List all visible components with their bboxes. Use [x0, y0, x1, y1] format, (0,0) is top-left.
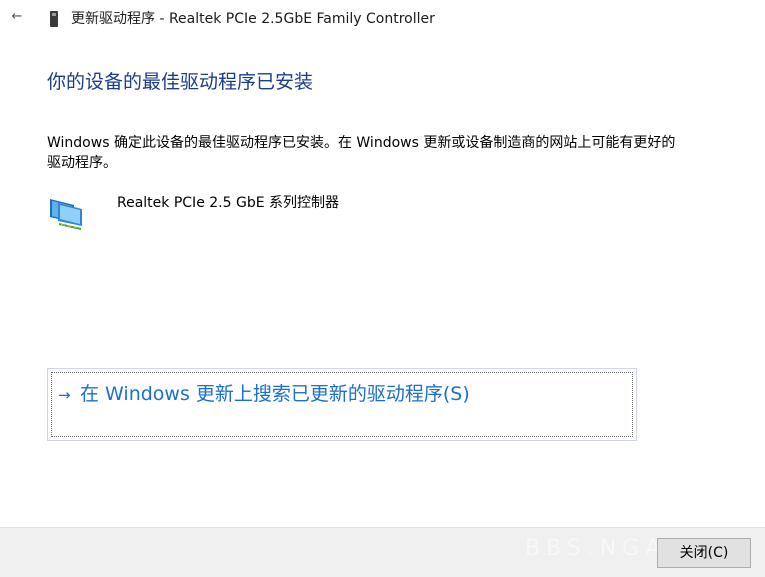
network-adapter-icon	[50, 199, 82, 230]
page-heading: 你的设备的最佳驱动程序已安装	[47, 71, 314, 93]
device-name: Realtek PCIe 2.5 GbE 系列控制器	[117, 195, 339, 211]
footer-bar: BBS.NGA.CN 关闭(C)	[0, 527, 765, 577]
description-text: Windows 确定此设备的最佳驱动程序已安装。在 Windows 更新或设备制…	[47, 135, 676, 171]
search-windows-update-option[interactable]: → 在 Windows 更新上搜索已更新的驱动程序(S)	[47, 368, 637, 441]
network-card-icon	[50, 11, 58, 27]
arrow-right-icon: →	[58, 386, 71, 404]
window-title: 更新驱动程序 - Realtek PCIe 2.5GbE Family Cont…	[71, 11, 435, 27]
close-button[interactable]: 关闭(C)	[657, 538, 751, 568]
title-bar: ← 更新驱动程序 - Realtek PCIe 2.5GbE Family Co…	[0, 0, 765, 38]
device-row: Realtek PCIe 2.5 GbE 系列控制器	[47, 191, 647, 237]
search-windows-update-label: 在 Windows 更新上搜索已更新的驱动程序(S)	[80, 383, 470, 405]
back-arrow-icon[interactable]: ←	[8, 8, 26, 26]
